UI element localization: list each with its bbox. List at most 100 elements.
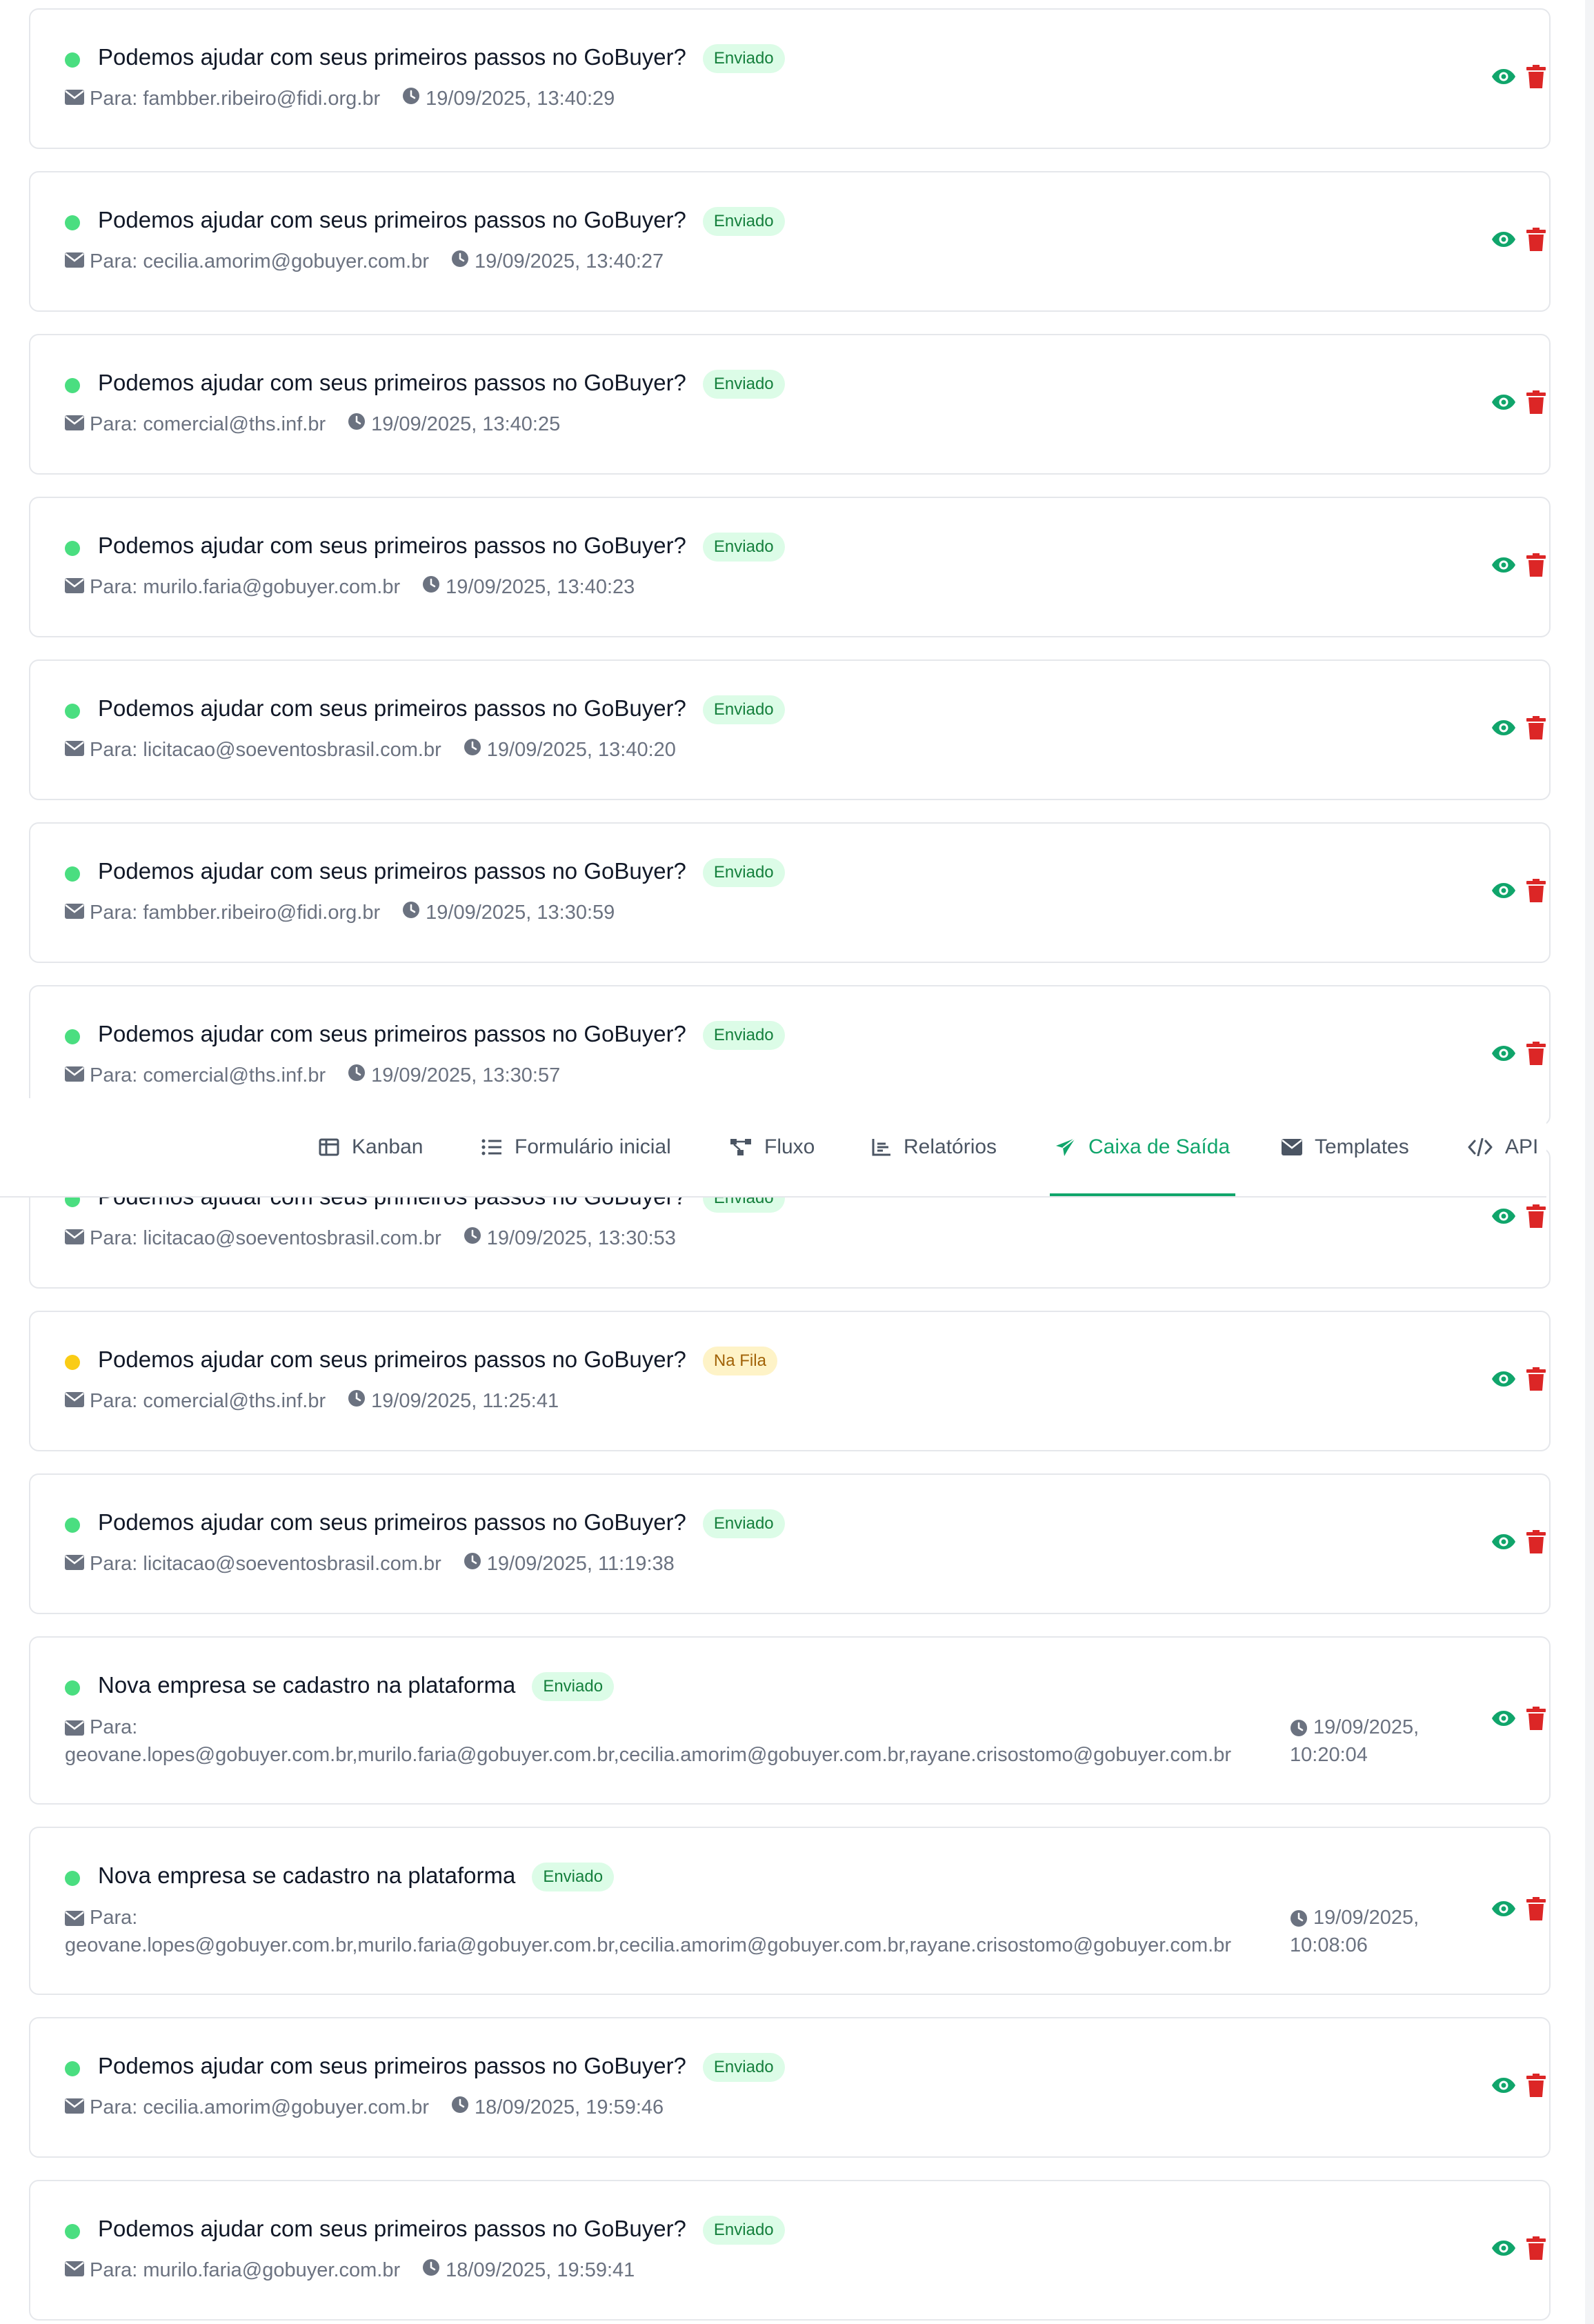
email-meta: Para: comercial@ths.inf.br 19/09/2025, 1… [65,413,560,436]
email-date: 19/09/2025, 13:40:20 [486,738,676,761]
tab-kanban[interactable]: Kanban [319,1098,423,1196]
email-subject-row: Podemos ajudar com seus primeiros passos… [98,1021,785,1051]
tab-api[interactable]: API [1468,1098,1538,1196]
list-icon [481,1138,502,1156]
envelope-icon [65,1907,90,1929]
email-meta: Para: fambber.ribeiro@fidi.org.br 19/09/… [65,901,615,924]
tab-formulario-inicial[interactable]: Formulário inicial [481,1098,671,1196]
status-dot [65,1518,80,1533]
email-card: Podemos ajudar com seus primeiros passos… [29,2017,1551,2158]
email-date: 19/09/2025, 11:19:38 [486,1552,675,1575]
view-eye-icon[interactable] [1491,555,1516,578]
clock-icon [348,413,366,436]
envelope-icon [65,1390,84,1413]
email-subject: Podemos ajudar com seus primeiros passos… [98,1021,686,1046]
envelope-icon [65,413,84,436]
email-recipient: Para: cecilia.amorim@gobuyer.com.br [90,2096,430,2118]
code-icon [1468,1138,1493,1156]
tab-fluxo[interactable]: Fluxo [730,1098,815,1196]
delete-trash-icon[interactable] [1526,2236,1546,2263]
view-eye-icon[interactable] [1491,1709,1516,1731]
envelope-icon [65,1716,90,1738]
delete-trash-icon[interactable] [1526,879,1546,906]
view-eye-icon[interactable] [1491,1532,1516,1555]
view-eye-icon[interactable] [1491,881,1516,904]
tab-caixa-de-saida[interactable]: Caixa de Saída [1050,1098,1236,1196]
tab-label: Templates [1315,1135,1409,1158]
page-scrollbar[interactable] [1585,0,1594,2324]
status-dot [65,215,80,230]
clock-icon [402,87,420,110]
email-date-block: 19/09/2025, 10:08:06 [1290,1904,1419,1959]
email-card: Nova empresa se cadastro na plataforma En… [29,1827,1551,1995]
email-recipient: Para: licitacao@soeventosbrasil.com.br [90,738,441,761]
delete-trash-icon[interactable] [1526,716,1546,743]
view-eye-icon[interactable] [1491,67,1516,90]
status-dot [65,2061,80,2076]
tab-label: Relatórios [904,1135,997,1158]
delete-trash-icon[interactable] [1526,553,1546,580]
envelope-icon [1282,1139,1302,1155]
envelope-icon [65,576,84,599]
email-date: 19/09/2025, 13:40:23 [446,575,635,598]
email-card: Podemos ajudar com seus primeiros passos… [29,822,1551,963]
email-subject-row: Nova empresa se cadastro na plataforma En… [98,1863,615,1892]
email-subject: Podemos ajudar com seus primeiros passos… [98,858,686,884]
email-subject: Podemos ajudar com seus primeiros passos… [98,1509,686,1535]
email-recipient: Para: comercial@ths.inf.br [90,413,326,435]
status-badge: Enviado [702,2216,785,2245]
email-meta: Para: comercial@ths.inf.br 19/09/2025, 1… [65,1064,560,1087]
delete-trash-icon[interactable] [1526,2074,1546,2100]
status-badge: Enviado [702,695,785,725]
delete-trash-icon[interactable] [1526,1367,1546,1394]
email-card: Podemos ajudar com seus primeiros passos… [29,8,1551,149]
clock-icon [451,250,469,273]
email-subject: Podemos ajudar com seus primeiros passos… [98,533,686,558]
delete-trash-icon[interactable] [1526,65,1546,92]
status-dot [65,866,80,882]
clock-icon [464,1226,481,1250]
email-meta: Para: murilo.faria@gobuyer.com.br 19/09/… [65,575,635,599]
status-badge: Enviado [702,858,785,888]
delete-trash-icon[interactable] [1526,228,1546,255]
status-dot [65,704,80,719]
email-meta: Para: cecilia.amorim@gobuyer.com.br 18/0… [65,2096,664,2119]
view-eye-icon[interactable] [1491,1206,1516,1229]
email-subject-row: Podemos ajudar com seus primeiros passos… [98,370,785,399]
view-eye-icon[interactable] [1491,1899,1516,1922]
status-badge: Enviado [702,533,785,562]
clock-icon [422,2258,440,2282]
email-card: Podemos ajudar com seus primeiros passos… [29,659,1551,800]
tab-relatorios[interactable]: Relatórios [872,1098,997,1196]
delete-trash-icon[interactable] [1526,1530,1546,1557]
view-eye-icon[interactable] [1491,1369,1516,1392]
delete-trash-icon[interactable] [1526,390,1546,417]
email-meta: Para: licitacao@soeventosbrasil.com.br 1… [65,1226,676,1250]
envelope-icon [65,250,84,273]
email-date: 18/09/2025, 19:59:46 [475,2096,664,2118]
view-eye-icon[interactable] [1491,2076,1516,2098]
email-recipient: Para: licitacao@soeventosbrasil.com.br [90,1552,441,1575]
delete-trash-icon[interactable] [1526,1707,1546,1734]
delete-trash-icon[interactable] [1526,1042,1546,1069]
email-card: Podemos ajudar com seus primeiros passos… [29,1473,1551,1614]
email-date-day: 19/09/2025, [1313,1907,1419,1929]
delete-trash-icon[interactable] [1526,1897,1546,1924]
email-subject-row: Podemos ajudar com seus primeiros passos… [98,44,785,74]
email-date-day: 19/09/2025, [1313,1716,1419,1738]
status-badge: Enviado [702,2053,785,2083]
flow-icon [730,1138,752,1156]
status-dot [65,378,80,393]
delete-trash-icon[interactable] [1526,1204,1546,1231]
view-eye-icon[interactable] [1491,393,1516,415]
view-eye-icon[interactable] [1491,230,1516,252]
email-subject: Podemos ajudar com seus primeiros passos… [98,44,686,70]
status-dot [65,541,80,556]
view-eye-icon[interactable] [1491,2238,1516,2261]
tab-templates[interactable]: Templates [1282,1098,1409,1196]
view-eye-icon[interactable] [1491,718,1516,741]
view-eye-icon[interactable] [1491,1044,1516,1066]
chart-icon [872,1138,891,1156]
email-date: 19/09/2025, 13:30:57 [371,1064,561,1086]
email-subject-row: Podemos ajudar com seus primeiros passos… [98,533,785,562]
